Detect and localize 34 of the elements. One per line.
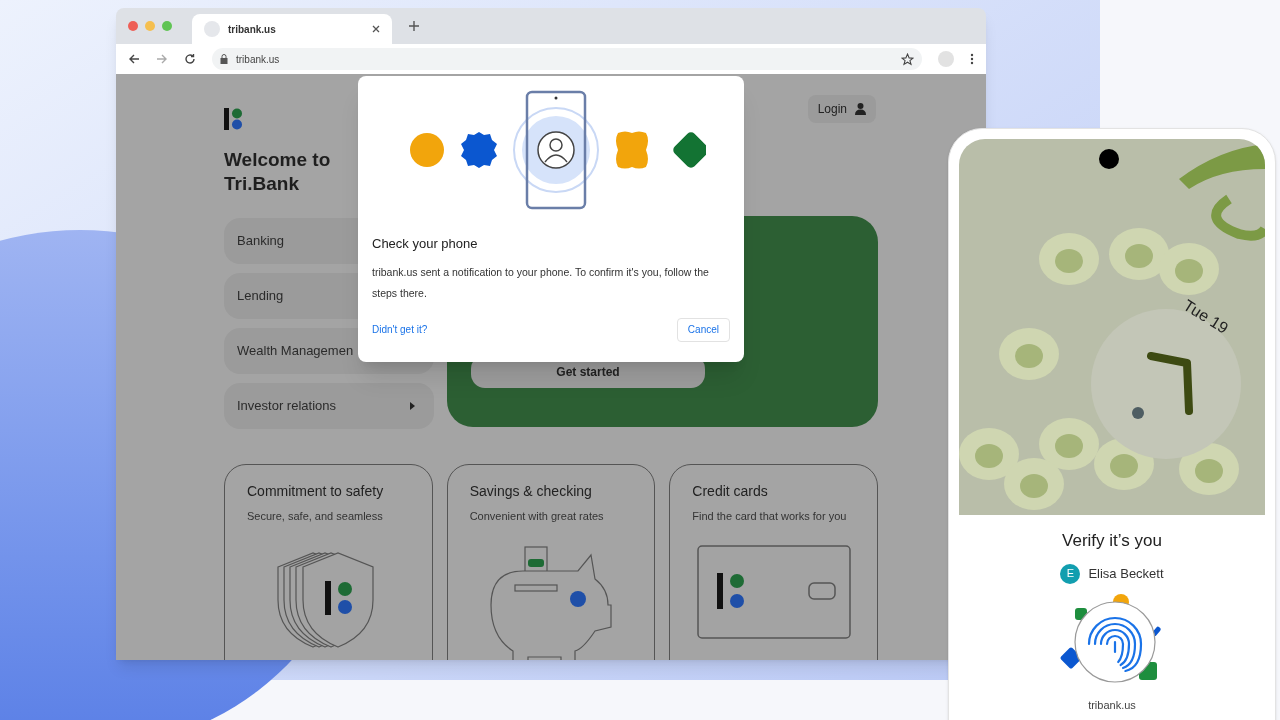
site-name: tribank.us	[1088, 697, 1136, 713]
welcome-heading: Welcome to Tri.Bank	[224, 148, 332, 196]
verify-title: Verify it’s you	[1062, 530, 1162, 552]
tab-title: tribank.us	[228, 22, 277, 37]
caret-right-icon	[410, 402, 415, 410]
bank-logo-icon	[224, 108, 244, 130]
login-button[interactable]: Login	[807, 95, 876, 123]
menu-item[interactable]: Investor relations	[224, 383, 434, 429]
close-tab-icon[interactable]	[372, 25, 380, 33]
account-avatar: E	[1060, 563, 1081, 584]
lock-icon	[220, 54, 228, 64]
card-subtitle: Secure, safe, and seamless	[246, 509, 384, 524]
card-subtitle: Find the card that works for you	[691, 509, 848, 524]
site-favicon-icon	[204, 21, 220, 37]
back-arrow-icon[interactable]	[128, 53, 140, 65]
person-icon	[855, 103, 866, 115]
card-title: Savings & checking	[468, 482, 593, 501]
address-bar[interactable]: tribank.us	[212, 48, 922, 70]
account-name: Elisa Beckett	[1088, 564, 1164, 583]
cancel-button[interactable]: Cancel	[676, 317, 730, 342]
feature-card[interactable]: Savings & checking Convenient with great rates	[446, 464, 656, 660]
close-window-icon[interactable]	[128, 21, 138, 31]
browser-tab[interactable]: tribank.us	[192, 14, 392, 44]
star-icon[interactable]	[901, 52, 914, 66]
reload-icon[interactable]	[184, 53, 196, 65]
url-text: tribank.us	[236, 52, 280, 67]
more-options-icon[interactable]	[970, 53, 974, 65]
card-title: Credit cards	[691, 482, 769, 501]
card-subtitle: Convenient with great rates	[468, 509, 605, 524]
feature-card[interactable]: Credit cards Find the card that works for you	[669, 464, 878, 660]
card-title: Commitment to safety	[246, 482, 385, 501]
lock-screen-date: Tue 19	[1179, 295, 1233, 339]
feature-card[interactable]: Commitment to safety Secure, safe, and seamless	[224, 464, 433, 660]
new-tab-icon[interactable]	[408, 20, 420, 32]
